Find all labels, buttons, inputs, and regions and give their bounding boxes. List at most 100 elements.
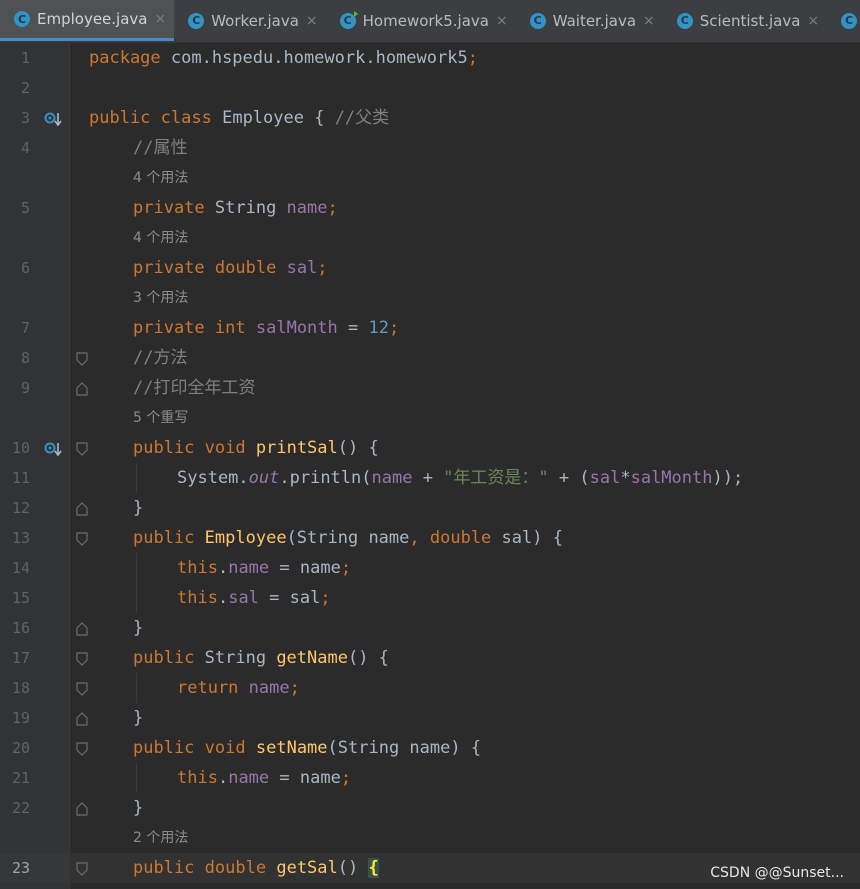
line-number: 20 xyxy=(11,739,30,757)
tab-label: Waiter.java xyxy=(552,11,637,30)
tab-waiter-java[interactable]: Waiter.java × xyxy=(516,0,663,41)
code-line: 22 } xyxy=(0,793,860,823)
code-text: //打印全年工资 xyxy=(133,373,255,403)
fold-start-icon[interactable] xyxy=(75,742,89,756)
assignment: = sal xyxy=(258,588,321,608)
fold-start-icon[interactable] xyxy=(75,862,89,876)
implemented-by-icon[interactable] xyxy=(44,111,62,127)
fold-start-icon[interactable] xyxy=(75,532,89,546)
method-name: setName xyxy=(255,738,328,758)
line-number: 16 xyxy=(11,619,30,637)
field: salMonth xyxy=(630,468,713,488)
line-number: 3 xyxy=(20,109,30,127)
identifier: .println( xyxy=(279,468,372,488)
line-number: 22 xyxy=(11,799,30,817)
code-line: 5 private String name; xyxy=(0,193,860,223)
usages-hint[interactable]: 3 个用法 xyxy=(133,283,188,313)
field: name xyxy=(248,678,290,698)
code-line: 11 System.out.println(name + "年工资是：" + (… xyxy=(0,463,860,493)
punctuation: ( xyxy=(579,468,590,488)
code-line: 1 package com.hspedu.homework.homework5; xyxy=(0,43,860,73)
field: salMonth xyxy=(255,318,338,338)
overrides-hint[interactable]: 5 个重写 xyxy=(133,403,188,433)
code-line: 18 return name; xyxy=(0,673,860,703)
code-line: 6 private double sal; xyxy=(0,253,860,283)
fold-start-icon[interactable] xyxy=(75,442,89,456)
operator: + xyxy=(412,468,444,488)
close-icon[interactable]: × xyxy=(643,13,655,29)
overridden-method-icon[interactable] xyxy=(44,441,62,457)
usages-hint[interactable]: 4 个用法 xyxy=(133,163,188,193)
code-text: public String getName() { xyxy=(133,643,389,673)
punctuation: () xyxy=(337,858,369,878)
field: name xyxy=(228,558,270,578)
tab-label: Scientist.java xyxy=(699,11,801,30)
line-number: 2 xyxy=(20,79,30,97)
tab-worker-java[interactable]: Worker.java × xyxy=(174,0,325,41)
constructor-name: Employee xyxy=(204,528,287,548)
code-line: 16 } xyxy=(0,613,860,643)
line-number: 18 xyxy=(11,679,30,697)
close-icon[interactable]: × xyxy=(155,11,167,27)
close-icon[interactable]: × xyxy=(496,13,508,29)
tab-label: Worker.java xyxy=(211,11,299,30)
code-text: private int salMonth = 12; xyxy=(133,313,399,343)
line-number: 21 xyxy=(11,769,30,787)
identifier: System. xyxy=(177,468,249,488)
tab-label: Employee.java xyxy=(37,10,148,28)
keyword: private xyxy=(133,198,205,218)
punctuation: () { xyxy=(337,438,379,458)
type: String xyxy=(204,198,287,218)
tab-te-truncated[interactable]: Te xyxy=(827,0,860,41)
fold-end-icon[interactable] xyxy=(75,502,89,516)
fold-end-icon[interactable] xyxy=(75,622,89,636)
field: name xyxy=(371,468,413,488)
operator: + xyxy=(548,468,580,488)
punctuation: () { xyxy=(347,648,389,668)
usages-hint[interactable]: 4 个用法 xyxy=(133,223,188,253)
code-text: public Employee(String name, double sal)… xyxy=(133,523,563,553)
keyword: package xyxy=(89,48,161,68)
semicolon: ; xyxy=(317,258,328,278)
line-number: 9 xyxy=(20,379,30,397)
operator: * xyxy=(620,468,631,488)
keyword: int xyxy=(214,318,246,338)
fold-icon[interactable] xyxy=(75,682,89,696)
code-line: 9 //打印全年工资 xyxy=(0,373,860,403)
java-main-class-icon xyxy=(339,10,358,29)
tab-scientist-java[interactable]: Scientist.java × xyxy=(663,0,827,41)
inlay-hint-row: 4 个用法 xyxy=(0,163,860,193)
line-number: 17 xyxy=(11,649,30,667)
semicolon: ; xyxy=(289,678,300,698)
semicolon: ; xyxy=(320,588,331,608)
code-text: package com.hspedu.homework.homework5; xyxy=(89,43,478,73)
fold-start-icon[interactable] xyxy=(75,652,89,666)
tab-homework5-java[interactable]: Homework5.java × xyxy=(326,0,516,41)
assignment: = name xyxy=(269,768,341,788)
string-literal: "年工资是：" xyxy=(443,468,549,488)
code-line: 12 } xyxy=(0,493,860,523)
fold-end-icon[interactable] xyxy=(75,712,89,726)
fold-start-icon[interactable] xyxy=(75,352,89,366)
line-number: 19 xyxy=(11,709,30,727)
keyword: public xyxy=(133,648,195,668)
code-line: 21 this.name = name; xyxy=(0,763,860,793)
code-line: 2 xyxy=(0,73,860,103)
keyword: double xyxy=(204,858,267,878)
tab-employee-java[interactable]: Employee.java × xyxy=(0,0,175,41)
method-name: printSal xyxy=(255,438,338,458)
code-text: } xyxy=(133,618,144,638)
fold-end-icon[interactable] xyxy=(75,802,89,816)
close-icon[interactable]: × xyxy=(807,13,819,29)
usages-hint[interactable]: 2 个用法 xyxy=(133,823,188,853)
keyword: public xyxy=(133,858,195,878)
fold-end-icon[interactable] xyxy=(75,382,89,396)
java-class-icon xyxy=(14,11,30,27)
editor-tab-bar: Employee.java × Worker.java × Homework5.… xyxy=(0,0,860,43)
code-line: 13 public Employee(String name, double s… xyxy=(0,523,860,553)
semicolon: ; xyxy=(340,768,352,788)
java-class-icon xyxy=(529,12,546,29)
code-text: } xyxy=(133,708,144,728)
close-icon[interactable]: × xyxy=(306,13,318,29)
keyword: void xyxy=(204,738,246,758)
